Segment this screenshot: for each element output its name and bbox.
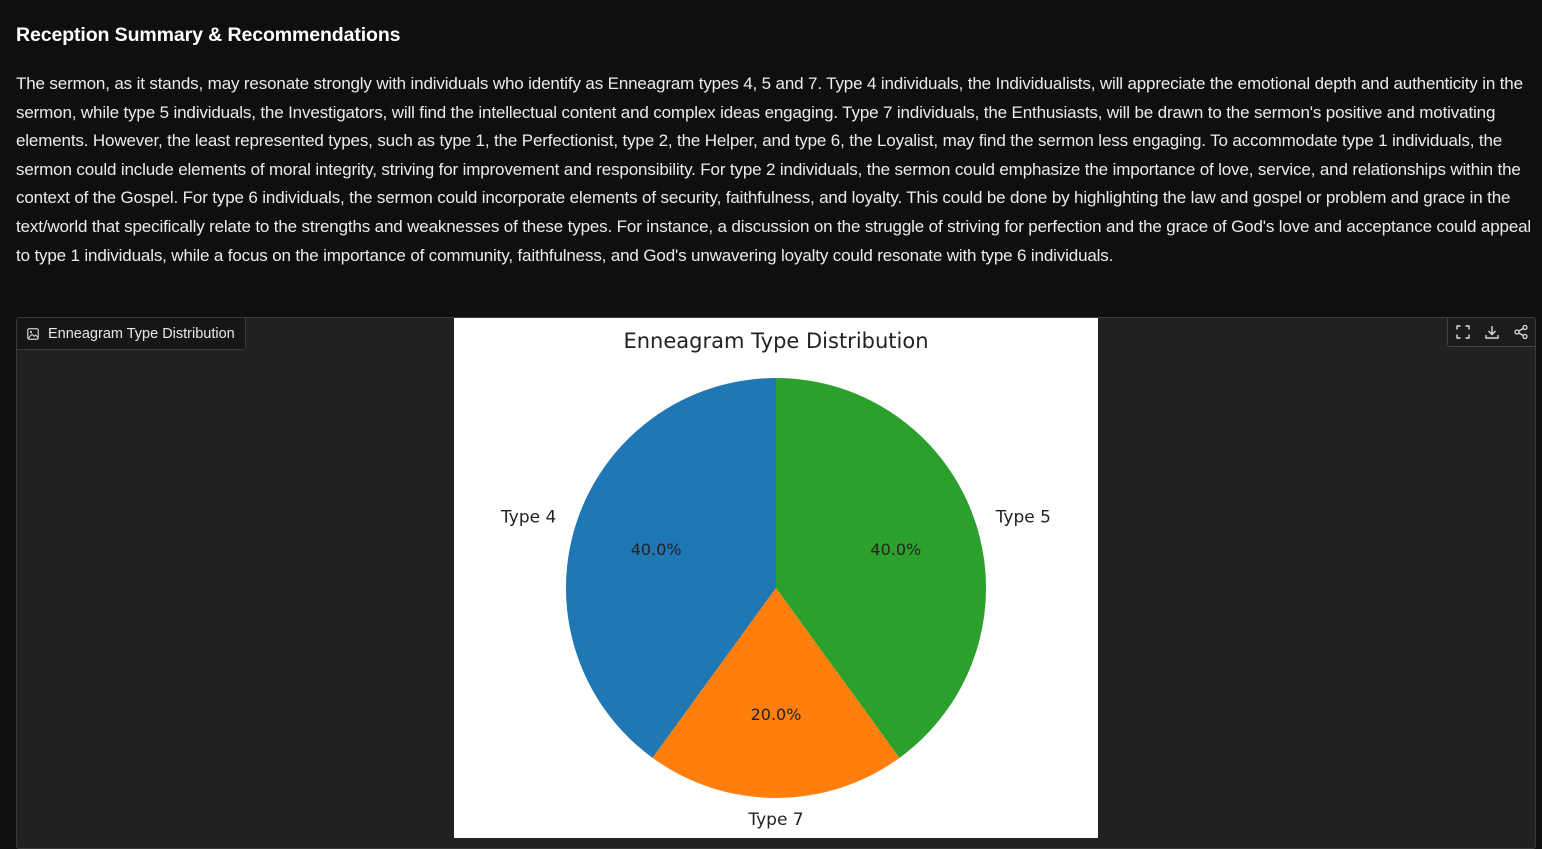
figure-toolbar bbox=[1447, 318, 1535, 347]
image-icon bbox=[27, 327, 39, 340]
pie-category-label: Type 5 bbox=[995, 508, 1051, 528]
pie-percent-label: 20.0% bbox=[751, 705, 802, 724]
pie-category-label: Type 4 bbox=[500, 508, 556, 528]
download-icon bbox=[1484, 326, 1499, 339]
section-body: The sermon, as it stands, may resonate s… bbox=[16, 74, 1532, 265]
share-button[interactable] bbox=[1506, 318, 1535, 346]
share-icon bbox=[1513, 324, 1528, 340]
figure-label-text: Enneagram Type Distribution bbox=[48, 325, 235, 342]
chart-title: Enneagram Type Distribution bbox=[623, 329, 928, 353]
fullscreen-button[interactable] bbox=[1448, 318, 1477, 346]
pie-chart-svg: Enneagram Type Distribution 40.0% Type 4 2… bbox=[500, 329, 1051, 830]
pie-category-label: Type 7 bbox=[747, 810, 803, 830]
pie-chart: Enneagram Type Distribution 40.0% Type 4 2… bbox=[454, 318, 1098, 838]
section-title: Reception Summary & Recommendations bbox=[16, 24, 401, 46]
figure-label: Enneagram Type Distribution bbox=[17, 318, 246, 350]
pie-percent-label: 40.0% bbox=[870, 540, 921, 559]
download-button[interactable] bbox=[1477, 318, 1506, 346]
fullscreen-icon bbox=[1455, 325, 1470, 339]
pie-percent-label: 40.0% bbox=[631, 540, 682, 559]
